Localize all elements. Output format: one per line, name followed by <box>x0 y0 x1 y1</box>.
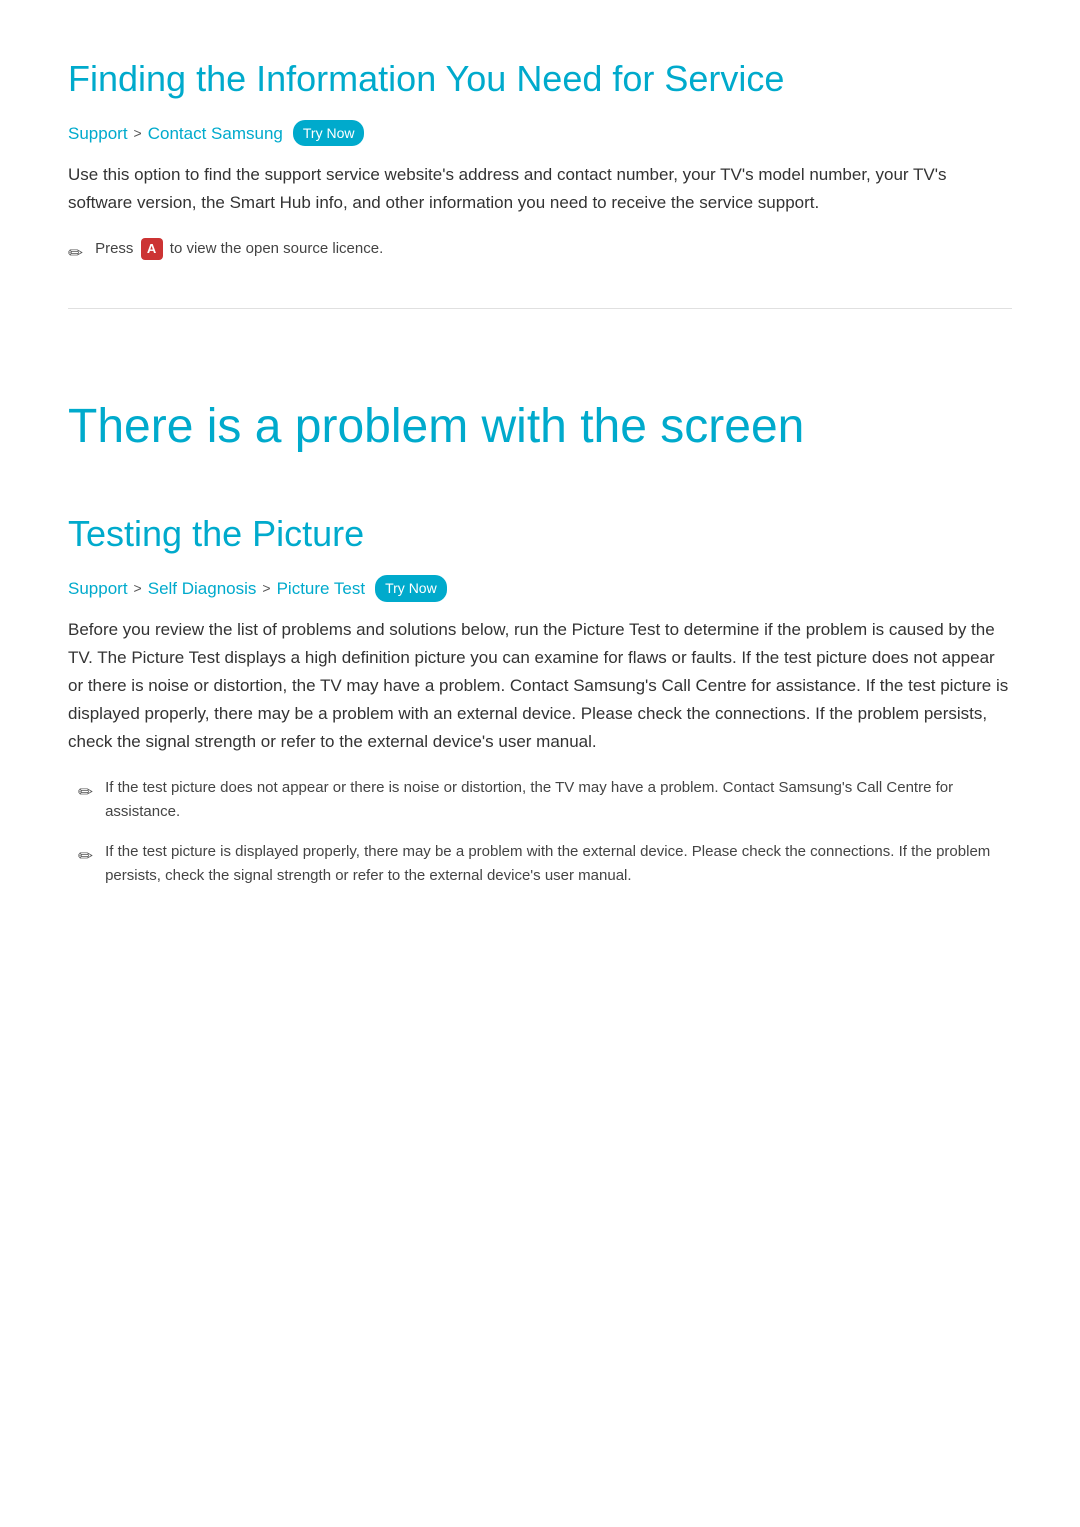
breadcrumb-support-link[interactable]: Support <box>68 120 128 147</box>
breadcrumb-self-diagnosis-link[interactable]: Self Diagnosis <box>148 575 257 602</box>
breadcrumb-support-link-2[interactable]: Support <box>68 575 128 602</box>
subsection-testing-picture: Testing the Picture Support > Self Diagn… <box>68 495 1012 888</box>
subsection-body-text: Before you review the list of problems a… <box>68 616 1012 756</box>
breadcrumb-contact-samsung-link[interactable]: Contact Samsung <box>148 120 283 147</box>
breadcrumb-sep2: > <box>134 577 142 599</box>
note-item-1: ✏ If the test picture does not appear or… <box>78 776 1012 824</box>
subsection-breadcrumb: Support > Self Diagnosis > Picture Test … <box>68 575 1012 602</box>
note-text-2: If the test picture is displayed properl… <box>105 840 1012 888</box>
subsection-title: Testing the Picture <box>68 495 1012 563</box>
section1-breadcrumb: Support > Contact Samsung Try Now <box>68 120 1012 147</box>
breadcrumb-sep1: > <box>134 122 142 144</box>
breadcrumb-sep3: > <box>262 577 270 599</box>
try-now-badge-2[interactable]: Try Now <box>375 575 447 601</box>
pencil-icon-1: ✏ <box>68 239 83 268</box>
section1-body-text: Use this option to find the support serv… <box>68 161 1012 217</box>
pencil-icon-2: ✏ <box>78 778 93 807</box>
subsection-notes-list: ✏ If the test picture does not appear or… <box>68 776 1012 888</box>
pencil-icon-3: ✏ <box>78 842 93 871</box>
section-finding-info: Finding the Information You Need for Ser… <box>68 40 1012 268</box>
breadcrumb-picture-test-link[interactable]: Picture Test <box>277 575 366 602</box>
section1-title: Finding the Information You Need for Ser… <box>68 40 1012 108</box>
section1-note: ✏ Press A to view the open source licenc… <box>68 237 1012 268</box>
note-item-2: ✏ If the test picture is displayed prope… <box>78 840 1012 888</box>
key-a-badge: A <box>141 238 163 260</box>
section2-title: There is a problem with the screen <box>68 369 1012 466</box>
section1-note-text: Press A to view the open source licence. <box>95 237 1012 261</box>
section-divider <box>68 308 1012 309</box>
try-now-badge-1[interactable]: Try Now <box>293 120 365 146</box>
note-text-1: If the test picture does not appear or t… <box>105 776 1012 824</box>
section-screen-problem: There is a problem with the screen Testi… <box>68 369 1012 889</box>
